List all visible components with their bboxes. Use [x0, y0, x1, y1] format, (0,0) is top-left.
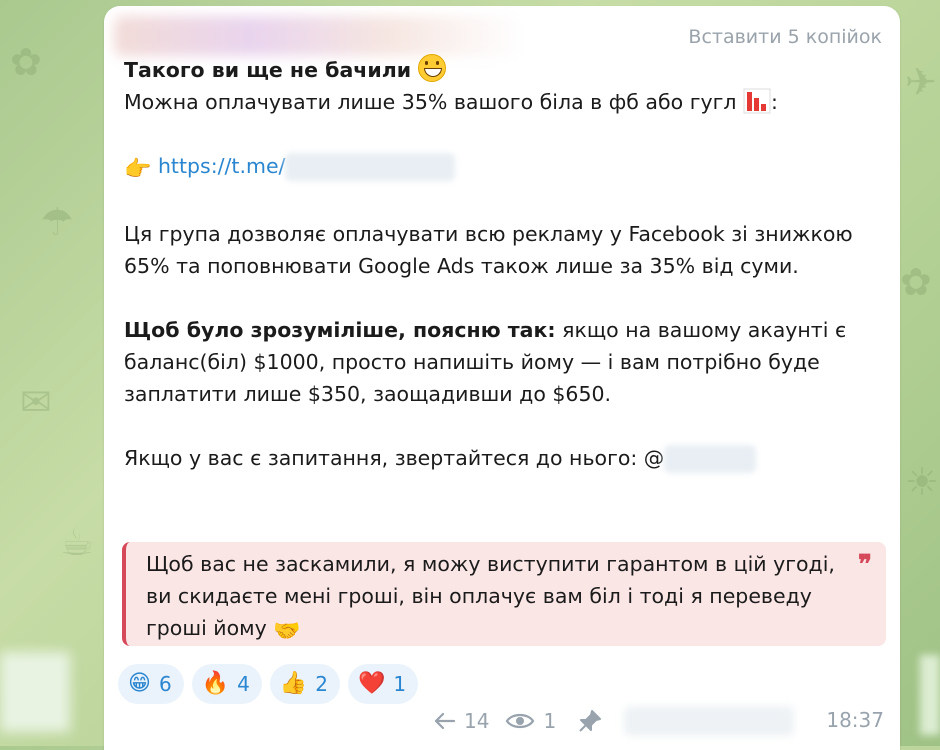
reaction-thumbs-up[interactable]: 👍 2 — [269, 664, 340, 704]
quote-content: Щоб вас не заскамили, я можу виступити г… — [146, 552, 835, 640]
message-meta: 14 1 — [434, 706, 795, 736]
handshake-icon: 🤝 — [273, 619, 301, 644]
message-text: Такого ви ще не бачили Можна оплачувати … — [124, 54, 884, 474]
reaction-heart[interactable]: ❤️ 1 — [347, 664, 419, 704]
message-line-suffix: : — [771, 90, 778, 114]
quote-text: Щоб вас не заскамили, я можу виступити г… — [146, 548, 846, 648]
reaction-count: 2 — [315, 672, 328, 696]
heart-icon: ❤️ — [357, 671, 386, 696]
link-blurred — [285, 153, 456, 181]
fire-icon: 🔥 — [201, 671, 230, 696]
forward-count: 14 — [464, 709, 490, 733]
blockquote: Щоб вас не заскамили, я можу виступити г… — [122, 542, 886, 646]
bar-chart-icon — [743, 88, 771, 114]
forward-icon[interactable] — [434, 712, 456, 730]
grin-icon: 😁 — [128, 671, 151, 696]
sender-name-blurred — [114, 16, 524, 56]
pin-icon[interactable] — [578, 709, 602, 733]
message-time: 18:37 — [826, 708, 884, 732]
reaction-count: 6 — [158, 672, 172, 696]
paste-button[interactable]: Вставити 5 копійок — [688, 26, 882, 48]
contact-text: Якщо у вас є запитання, звертайтеся до н… — [124, 446, 665, 470]
reactions-bar: 😁 6 🔥 4 👍 2 ❤️ 1 — [118, 664, 419, 704]
blurred-element — [0, 652, 70, 732]
view-count: 1 — [543, 709, 557, 733]
reaction-count: 4 — [237, 672, 250, 696]
blurred-element — [920, 655, 940, 735]
quote-icon: ❞ — [858, 550, 872, 580]
message-paragraph: Щоб було зрозуміліше, поясню так: якщо н… — [124, 314, 884, 410]
message-paragraph: Ця група дозволяє оплачувати всю рекламу… — [124, 222, 853, 278]
reaction-grin[interactable]: 😁 6 — [118, 664, 184, 704]
reaction-fire[interactable]: 🔥 4 — [191, 664, 262, 704]
author-signature-blurred — [624, 706, 795, 736]
grin-emoji-icon — [417, 54, 446, 82]
thumbs-up-icon: 👍 — [279, 671, 308, 696]
views-eye-icon — [506, 713, 535, 729]
bold-intro: Щоб було зрозуміліше, поясню так: — [124, 318, 556, 342]
reaction-count: 1 — [393, 672, 407, 696]
telegram-link[interactable]: https://t.me/ — [158, 154, 286, 178]
message-headline: Такого ви ще не бачили — [124, 58, 412, 82]
message-line: Можна оплачувати лише 35% вашого біла в … — [124, 90, 737, 114]
username-blurred[interactable] — [664, 445, 757, 473]
message-bubble[interactable]: Вставити 5 копійок Такого ви ще не бачил… — [104, 6, 900, 750]
pointing-hand-icon: 👉 — [124, 157, 152, 182]
